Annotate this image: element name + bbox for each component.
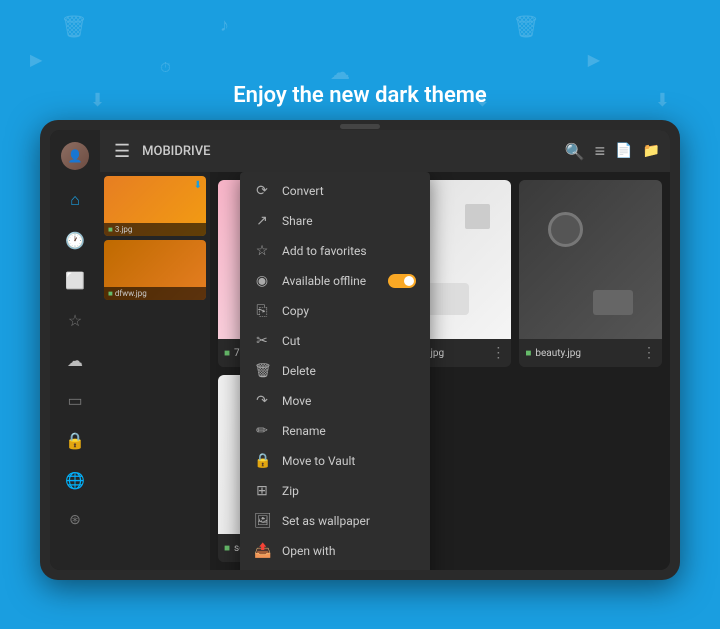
new-folder-button[interactable]: 📁 [643, 143, 660, 159]
menu-available-offline[interactable]: ◉ Available offline [240, 266, 430, 296]
toolbar: ☰ MOBIDRIVE 🔍 ≡ 📄 📁 [100, 130, 670, 172]
deco-trash-2: 🗑 [512, 15, 540, 40]
hero-title: Enjoy the new dark theme [233, 83, 486, 108]
menu-zip-label: Zip [282, 484, 416, 498]
menu-share[interactable]: ↗ Share [240, 206, 430, 236]
deco-trash-1: 🗑 [60, 15, 88, 40]
context-menu: ⟳ Convert ↗ Share ☆ Add to favorites [240, 172, 430, 570]
deco-time-1: ⏱ [160, 60, 171, 76]
menu-zip[interactable]: ⊞ Zip [240, 476, 430, 506]
menu-move-label: Move [282, 394, 416, 408]
menu-delete[interactable]: 🗑 Delete [240, 356, 430, 386]
deco-music-1: ♪ [220, 15, 229, 36]
copy-icon: ⎘ [254, 303, 270, 319]
zip-icon: ⊞ [254, 483, 270, 499]
vault-icon: 🔒 [254, 453, 270, 469]
menu-offline-label: Available offline [282, 274, 376, 288]
menu-copy[interactable]: ⎘ Copy [240, 296, 430, 326]
user-avatar[interactable]: 👤 [57, 138, 93, 174]
tablet-frame: 👤 ⌂ 🕐 ⬜ ☆ ☁ ▭ 🔒 🌐 ⊛ ☰ MOBIDRIVE 🔍 ≡ 📄 [40, 120, 680, 580]
menu-vault[interactable]: 🔒 Move to Vault [240, 446, 430, 476]
menu-open-with-label: Open with [282, 544, 416, 558]
context-overlay: ⟳ Convert ↗ Share ☆ Add to favorites [100, 172, 670, 570]
cut-icon: ✂ [254, 333, 270, 349]
menu-copy-label: Copy [282, 304, 416, 318]
sort-button[interactable]: ≡ [595, 141, 606, 162]
menu-rename-label: Rename [282, 424, 416, 438]
menu-wallpaper-label: Set as wallpaper [282, 514, 416, 528]
menu-wallpaper[interactable]: 🖼 Set as wallpaper [240, 506, 430, 536]
delete-icon: 🗑 [254, 363, 270, 379]
nav-recent[interactable]: 🕐 [57, 222, 93, 258]
toolbar-actions: 🔍 ≡ 📄 📁 [565, 141, 660, 162]
nav-storage[interactable]: ⬜ [57, 262, 93, 298]
share-icon: ↗ [254, 213, 270, 229]
nav-favorites[interactable]: ☆ [57, 302, 93, 338]
nav-globe[interactable]: 🌐 [57, 462, 93, 498]
menu-add-favorites[interactable]: ☆ Add to favorites [240, 236, 430, 266]
nav-home[interactable]: ⌂ [57, 182, 93, 218]
menu-shortcut[interactable]: ↗ Create shortcut [240, 566, 430, 570]
nav-lock[interactable]: 🔒 [57, 422, 93, 458]
deco-play-2: ▶ [588, 50, 600, 69]
hamburger-button[interactable]: ☰ [110, 137, 134, 166]
wallpaper-icon: 🖼 [254, 513, 270, 529]
favorites-icon: ☆ [254, 243, 270, 259]
convert-icon: ⟳ [254, 183, 270, 199]
menu-convert-label: Convert [282, 184, 416, 198]
deco-download-2: ⬇ [90, 90, 105, 111]
deco-play-1: ▶ [30, 50, 42, 69]
menu-open-with[interactable]: 📤 Open with [240, 536, 430, 566]
menu-vault-label: Move to Vault [282, 454, 416, 468]
nav-network[interactable]: ⊛ [57, 502, 93, 538]
menu-rename[interactable]: ✏ Rename [240, 416, 430, 446]
menu-favorites-label: Add to favorites [282, 244, 416, 258]
open-with-icon: 📤 [254, 543, 270, 559]
deco-download-1: ⬇ [655, 90, 670, 111]
deco-cloud-1: ☁ [330, 60, 350, 84]
search-button[interactable]: 🔍 [565, 142, 585, 161]
menu-move[interactable]: ↷ Move [240, 386, 430, 416]
new-file-button[interactable]: 📄 [615, 143, 632, 159]
nav-sidebar: 👤 ⌂ 🕐 ⬜ ☆ ☁ ▭ 🔒 🌐 ⊛ [50, 130, 100, 570]
menu-cut-label: Cut [282, 334, 416, 348]
rename-icon: ✏ [254, 423, 270, 439]
menu-delete-label: Delete [282, 364, 416, 378]
move-icon: ↷ [254, 393, 270, 409]
tablet-screen: 👤 ⌂ 🕐 ⬜ ☆ ☁ ▭ 🔒 🌐 ⊛ ☰ MOBIDRIVE 🔍 ≡ 📄 [50, 130, 670, 570]
menu-cut[interactable]: ✂ Cut [240, 326, 430, 356]
offline-icon: ◉ [254, 273, 270, 289]
menu-share-label: Share [282, 214, 416, 228]
menu-convert[interactable]: ⟳ Convert [240, 176, 430, 206]
nav-tablet[interactable]: ▭ [57, 382, 93, 418]
app-title: MOBIDRIVE [142, 144, 557, 159]
nav-cloud[interactable]: ☁ [57, 342, 93, 378]
offline-toggle[interactable] [388, 274, 416, 288]
